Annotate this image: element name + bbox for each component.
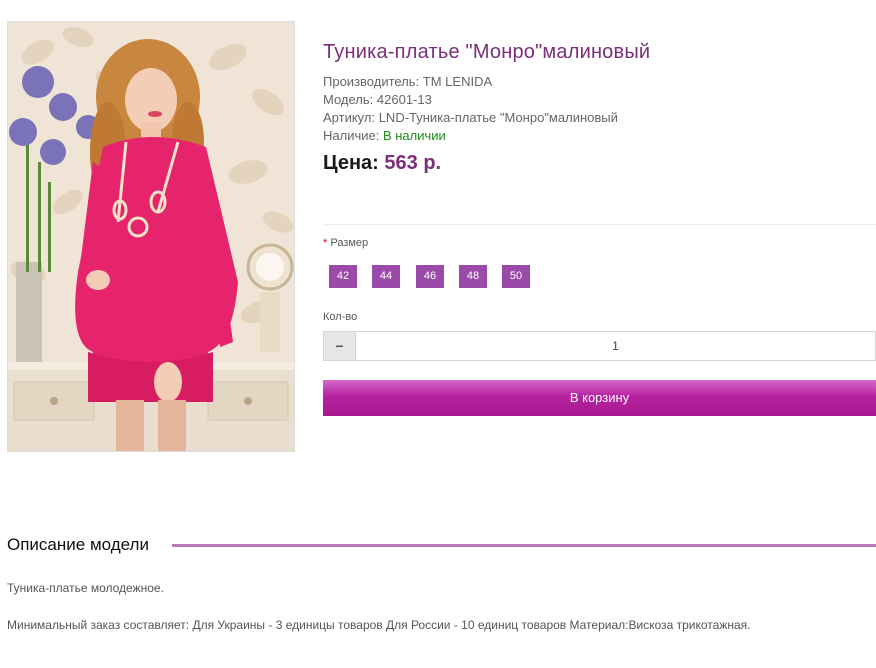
product-photo-illustration	[8, 22, 294, 451]
sku-value: LND-Туника-платье "Монро"малиновый	[378, 110, 618, 125]
manufacturer-label: Производитель:	[323, 74, 420, 89]
size-option-48[interactable]: 48	[459, 265, 487, 288]
sku-line: Артикул: LND-Туника-платье "Монро"малино…	[323, 110, 618, 125]
description-paragraph: Минимальный заказ составляет: Для Украин…	[7, 618, 751, 632]
description-heading-rule	[172, 544, 876, 547]
product-title: Туника-платье "Монро"малиновый	[323, 41, 651, 63]
description-paragraph: Туника-платье молодежное.	[7, 581, 164, 595]
size-option-44[interactable]: 44	[372, 265, 400, 288]
price-line: Цена: 563 р.	[323, 152, 441, 175]
quantity-input[interactable]	[356, 332, 875, 360]
price-value: 563 р.	[384, 152, 442, 174]
availability-label: Наличие:	[323, 128, 380, 143]
quantity-label: Кол-во	[323, 311, 358, 323]
quantity-stepper: −	[323, 331, 876, 361]
divider	[323, 224, 876, 225]
availability-status: В наличии	[382, 128, 446, 143]
size-option-42[interactable]: 42	[329, 265, 357, 288]
add-to-cart-button[interactable]: В корзину	[323, 380, 876, 416]
size-label-text: Размер	[330, 237, 369, 249]
size-option-46[interactable]: 46	[416, 265, 444, 288]
model-line: Модель: 42601-13	[323, 92, 432, 107]
price-label: Цена:	[323, 152, 379, 174]
required-mark: *	[323, 237, 328, 249]
sku-label: Артикул:	[323, 110, 376, 125]
model-label: Модель:	[323, 92, 374, 107]
product-image[interactable]	[7, 21, 295, 452]
description-heading: Описание модели	[7, 535, 149, 554]
size-option-50[interactable]: 50	[502, 265, 530, 288]
size-label: * Размер	[323, 237, 368, 249]
manufacturer-line: Производитель: ТМ LENIDA	[323, 74, 492, 89]
quantity-decrease-button[interactable]: −	[324, 332, 356, 360]
manufacturer-link[interactable]: ТМ LENIDA	[423, 74, 492, 89]
availability-line: Наличие: В наличии	[323, 128, 446, 143]
model-value: 42601-13	[376, 92, 432, 107]
